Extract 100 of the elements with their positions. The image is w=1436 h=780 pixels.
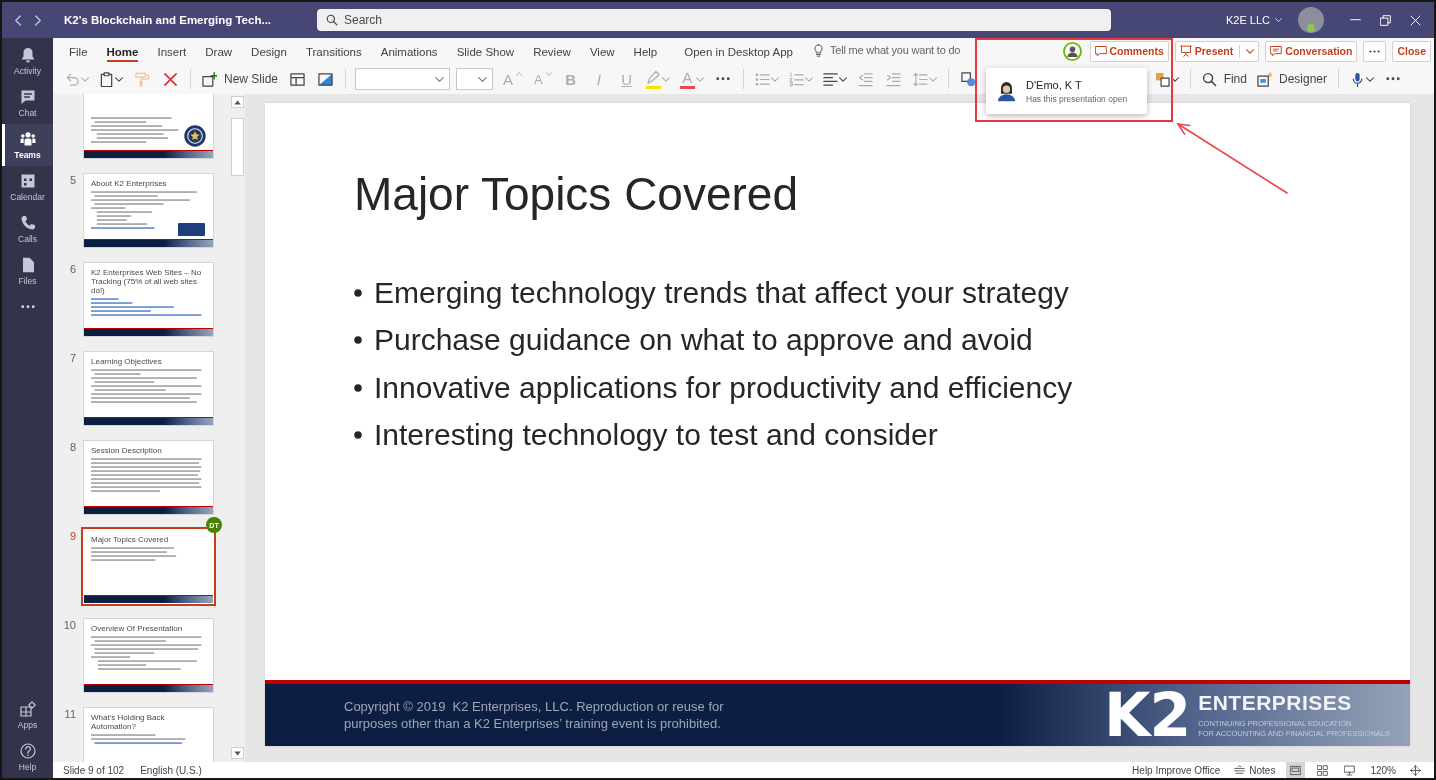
- coauthor-name: D'Emo, K T: [1026, 78, 1083, 91]
- close-button[interactable]: Close: [1392, 40, 1431, 62]
- conversation-button[interactable]: Conversation: [1265, 40, 1358, 62]
- clipboard-icon: [99, 71, 114, 87]
- increase-indent-icon: [886, 71, 902, 87]
- bullet-text: Emerging technology trends that affect your strategy: [374, 275, 1069, 310]
- paintbrush-icon: [134, 71, 150, 87]
- scroll-up-button[interactable]: [231, 96, 244, 108]
- calendar-icon: [19, 172, 36, 189]
- language-status: English (U.S.): [140, 764, 202, 776]
- ribbon-tab[interactable]: File: [69, 39, 88, 62]
- coauthor-avatar-icon[interactable]: [1062, 41, 1082, 61]
- caret-icon: [804, 76, 813, 82]
- tell-me-field[interactable]: Tell me what you want to do: [829, 44, 962, 56]
- thumbnail-title: What's Holding Back Automation?: [90, 712, 166, 733]
- fit-slide-button[interactable]: [1407, 762, 1424, 778]
- designer-icon: [1256, 71, 1272, 87]
- bullet-icon: [354, 288, 362, 297]
- caret-icon: [1170, 76, 1179, 82]
- photo-placeholder: [178, 223, 205, 236]
- app-bar-item[interactable]: Calls: [2, 208, 53, 250]
- window-title: K2's Blockchain and Emerging Tech...: [64, 14, 273, 26]
- find-button[interactable]: Find: [1199, 67, 1249, 91]
- ribbon-tab[interactable]: Help: [633, 39, 658, 62]
- bullet-icon: [354, 336, 362, 345]
- caret-icon: [1246, 48, 1255, 54]
- scroll-down-button[interactable]: [231, 747, 244, 759]
- notes-icon: [1234, 764, 1246, 776]
- slide-thumbnail[interactable]: Learning Objectives: [81, 349, 216, 428]
- search-field[interactable]: Search: [317, 9, 1111, 31]
- seal-icon: [184, 125, 206, 147]
- caret-down-icon: [234, 750, 241, 756]
- more-icon: [1386, 77, 1400, 81]
- ribbon-tab[interactable]: Home: [106, 39, 139, 62]
- ribbon-tab[interactable]: Slide Show: [456, 39, 515, 62]
- designer-button[interactable]: Designer: [1254, 67, 1329, 91]
- font-name-field[interactable]: [355, 68, 451, 90]
- present-button[interactable]: Present: [1174, 40, 1260, 62]
- ribbon-tab[interactable]: Insert: [157, 39, 187, 62]
- logo-wordmark: ENTERPRISES: [1198, 691, 1353, 715]
- caret-icon: [661, 76, 670, 82]
- slide-thumbnail[interactable]: K2 Enterprises Web Sites – No Tracking (75% of all web sites do!): [81, 260, 216, 339]
- font-size-field[interactable]: [456, 68, 494, 90]
- slide-thumbnail[interactable]: About K2 Enterprises: [81, 171, 216, 250]
- app-bar-item[interactable]: Activity: [2, 40, 53, 82]
- slide-number: 6: [68, 262, 76, 277]
- help-icon: [19, 742, 36, 759]
- lightbulb-icon: [811, 43, 825, 57]
- notes-button[interactable]: Notes: [1231, 762, 1279, 778]
- slide-thumbnail[interactable]: What's Holding Back Automation?: [81, 705, 216, 762]
- zoom-level[interactable]: 120%: [1367, 762, 1399, 778]
- new-slide-button[interactable]: New Slide: [200, 67, 281, 91]
- restore-icon: [1379, 14, 1391, 26]
- thumbnail-title: K2 Enterprises Web Sites – No Tracking (75% of all web sites do!): [90, 267, 203, 297]
- people-icon: [19, 130, 36, 147]
- comments-button[interactable]: Comments: [1089, 40, 1169, 62]
- slide-thumbnail[interactable]: Session Description: [81, 438, 216, 517]
- ribbon-tab[interactable]: Design: [251, 39, 287, 62]
- bullet-text: Innovative applications for productivity and efficiency: [374, 370, 1073, 405]
- minimize-icon: [1349, 19, 1361, 21]
- slide-number: 9: [68, 529, 76, 544]
- app-bar-item[interactable]: Teams: [2, 124, 53, 166]
- microphone-icon: [1350, 71, 1365, 87]
- slide-thumbnail[interactable]: Overview Of Presentation: [81, 616, 216, 695]
- app-bar-item[interactable]: Chat: [2, 82, 53, 124]
- ribbon-tab[interactable]: View: [589, 39, 615, 62]
- thumbnail-title: Overview Of Presentation: [90, 623, 184, 635]
- open-desktop-link[interactable]: Open in Desktop App: [684, 39, 793, 62]
- slide-counter: Slide 9 of 102: [63, 764, 125, 776]
- caret-icon: [478, 76, 488, 82]
- copyright-text: Copyright © 2019 K2 Enterprises, LLC. Reproduction or reuse for purposes other than a K2 Enterprises’ training event is prohibited.: [344, 698, 725, 732]
- slide-number: 8: [68, 440, 76, 455]
- caret-icon: [838, 76, 847, 82]
- slide-thumbnail[interactable]: Major Topics Covered: [81, 527, 216, 606]
- scrollbar-thumb[interactable]: [231, 118, 244, 176]
- apps-icon: [19, 700, 36, 717]
- view-button[interactable]: [1286, 762, 1306, 778]
- caret-icon: [1366, 76, 1374, 82]
- shapes-icon: [961, 71, 977, 87]
- user-avatar[interactable]: [1298, 7, 1324, 33]
- delete-icon: [162, 71, 178, 87]
- ribbon-tab[interactable]: Transitions: [305, 39, 362, 62]
- app-bar-item[interactable]: Files: [2, 250, 53, 292]
- app-bar-item[interactable]: Calendar: [2, 166, 53, 208]
- person-avatar-icon: [996, 80, 1017, 102]
- thumbnail-title: Major Topics Covered: [90, 534, 170, 546]
- more-icon: [1369, 49, 1381, 53]
- thumbnail-title: Learning Objectives: [90, 356, 163, 368]
- help-improve-link[interactable]: Help Improve Office: [1129, 762, 1224, 778]
- ribbon-tab[interactable]: Animations: [380, 39, 438, 62]
- account-switcher[interactable]: K2E LLC: [1225, 14, 1282, 26]
- caret-up-icon: [516, 72, 523, 76]
- caret-icon: [435, 76, 445, 82]
- app-bar-item[interactable]: Apps: [2, 694, 53, 736]
- ribbon-tab[interactable]: Draw: [205, 39, 233, 62]
- slide-thumbnail[interactable]: [81, 94, 216, 161]
- app-bar-item[interactable]: Help: [2, 736, 53, 778]
- bullet-icon: [354, 431, 362, 440]
- caret-icon: [1275, 18, 1282, 22]
- ribbon-tab[interactable]: Review: [533, 39, 571, 62]
